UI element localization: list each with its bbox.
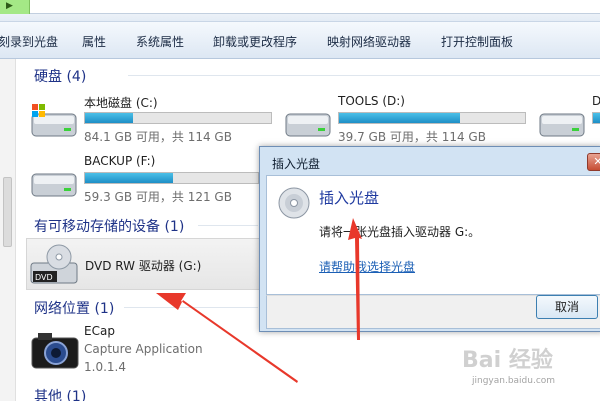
watermark-brand: Bai 经验 xyxy=(462,348,553,373)
watermark-url: jingyan.baidu.com xyxy=(472,376,556,386)
baidu-watermark: Bai 经验 jingyan.baidu.com xyxy=(458,338,598,398)
arrow-to-dialog xyxy=(348,218,362,340)
arrow-to-dvd xyxy=(156,293,298,383)
